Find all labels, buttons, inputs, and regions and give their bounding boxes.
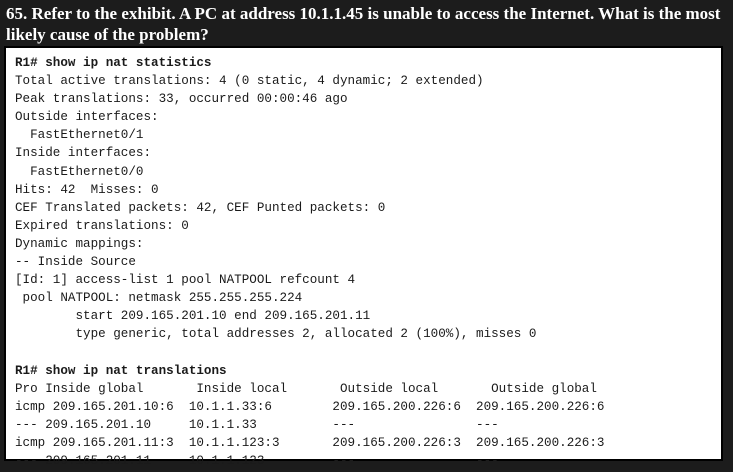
cli-line: CEF Translated packets: 42, CEF Punted p… — [15, 200, 386, 215]
cli-line: Inside interfaces: — [15, 146, 152, 161]
nat-table-row: icmp 209.165.201.10:6 10.1.1.33:6 209.16… — [15, 399, 605, 414]
nat-table-header: Pro Inside global Inside local Outside l… — [15, 381, 597, 396]
cli-output: R1# show ip nat statistics Total active … — [15, 54, 721, 470]
cli-line: Peak translations: 33, occurred 00:00:46… — [15, 92, 348, 107]
cli-line: Expired translations: 0 — [15, 218, 189, 233]
cli-line: Total active translations: 4 (0 static, … — [15, 74, 484, 89]
question-text: 65. Refer to the exhibit. A PC at addres… — [6, 4, 721, 44]
cli-line: [Id: 1] access-list 1 pool NATPOOL refco… — [15, 273, 356, 288]
nat-table-row: icmp 209.165.201.11:3 10.1.1.123:3 209.1… — [15, 435, 605, 450]
cli-line: type generic, total addresses 2, allocat… — [15, 327, 537, 342]
cli-line: Hits: 42 Misses: 0 — [15, 182, 159, 197]
cli-line: Dynamic mappings: — [15, 236, 144, 251]
cli-exhibit: R1# show ip nat statistics Total active … — [4, 46, 723, 468]
nat-table-row: --- 209.165.201.10 10.1.1.33 --- --- — [15, 417, 499, 432]
cli-line: Outside interfaces: — [15, 110, 159, 125]
cli-blank-line — [15, 344, 721, 362]
cli-line: start 209.165.201.10 end 209.165.201.11 — [15, 309, 371, 324]
cli-line: FastEthernet0/0 — [15, 164, 144, 179]
cli-line: FastEthernet0/1 — [15, 128, 144, 143]
cli-command: R1# show ip nat statistics — [15, 56, 212, 70]
cli-line: -- Inside Source — [15, 255, 136, 270]
cli-command: R1# show ip nat translations — [15, 363, 227, 378]
cli-line: pool NATPOOL: netmask 255.255.255.224 — [15, 291, 303, 306]
nat-table-row: --- 209.165.201.11 10.1.1.123 --- --- — [15, 454, 499, 469]
